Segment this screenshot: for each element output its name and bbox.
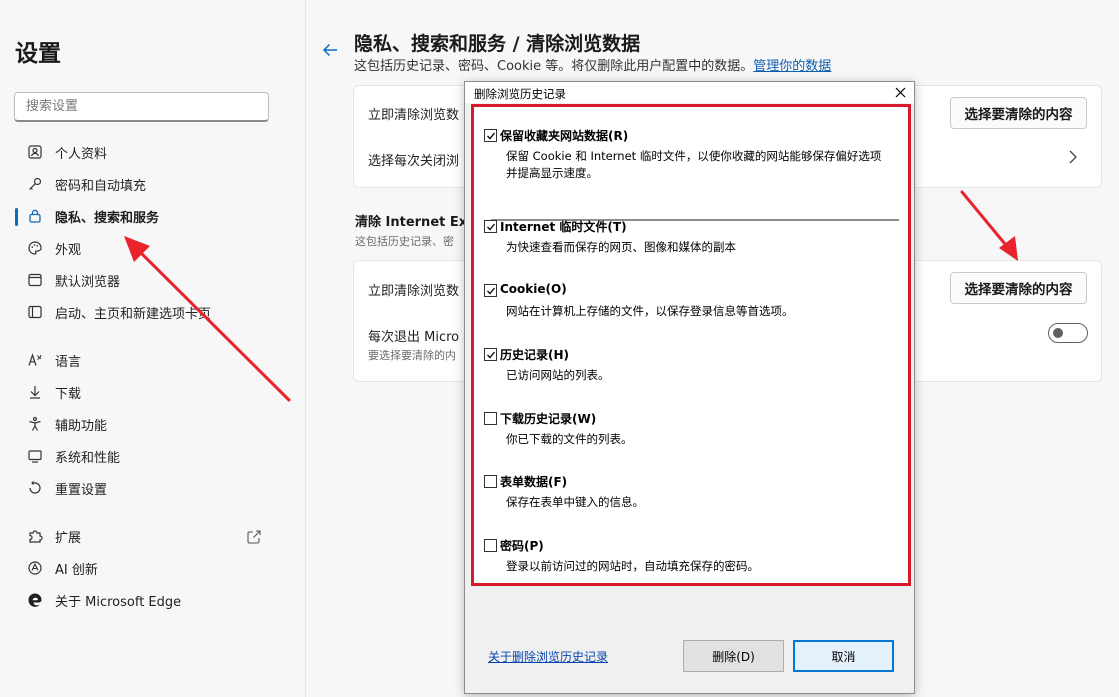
sidebar-item-system[interactable]: 系统和性能 bbox=[25, 442, 120, 470]
option-label: 下载历史记录(W) bbox=[500, 412, 597, 426]
ie-clear-on-exit-label: 每次退出 Micro bbox=[368, 330, 460, 345]
delete-browsing-history-dialog: 删除浏览历史记录 保留收藏夹网站数据(R) 保留 Cookie 和 Intern… bbox=[464, 81, 915, 694]
ie-section-title: 清除 Internet Expl bbox=[355, 215, 481, 230]
dialog-titlebar: 删除浏览历史记录 bbox=[465, 82, 914, 103]
option-label: 保留收藏夹网站数据(R) bbox=[500, 129, 629, 143]
sidebar-item-downloads[interactable]: 下载 bbox=[25, 378, 81, 406]
sidebar-item-appearance[interactable]: 外观 bbox=[25, 234, 81, 262]
sidebar-item-label: 启动、主页和新建选项卡页 bbox=[55, 306, 212, 322]
clear-on-close-label[interactable]: 选择每次关闭浏 bbox=[368, 150, 459, 169]
option-label: 密码(P) bbox=[500, 539, 544, 553]
search-settings-box[interactable] bbox=[14, 92, 269, 122]
extensions-icon bbox=[25, 526, 45, 546]
sidebar-item-label: 下载 bbox=[55, 386, 82, 402]
sidebar-item-label: 个人资料 bbox=[55, 146, 108, 162]
toggle-knob bbox=[1053, 328, 1063, 338]
sidebar-item-label: 隐私、搜索和服务 bbox=[55, 210, 160, 226]
checkbox-checked[interactable] bbox=[484, 348, 497, 361]
sidebar-item-languages[interactable]: 语言 bbox=[25, 346, 81, 374]
option-label: 历史记录(H) bbox=[500, 348, 570, 362]
chevron-right-icon[interactable] bbox=[1066, 149, 1080, 169]
option-description: 为快速查看而保存的网页、图像和媒体的副本 bbox=[506, 240, 736, 254]
checkbox-checked[interactable] bbox=[484, 129, 497, 142]
accessibility-icon bbox=[25, 414, 45, 434]
sidebar-item-label: AI 创新 bbox=[55, 562, 98, 578]
sidebar-item-label: 辅助功能 bbox=[55, 418, 108, 434]
checkbox-unchecked[interactable] bbox=[484, 412, 497, 425]
choose-what-to-clear-button[interactable]: 选择要清除的内容 bbox=[950, 97, 1087, 129]
page-description-text: 这包括历史记录、密码、Cookie 等。将仅删除此用户配置中的数据。 bbox=[354, 59, 754, 74]
sidebar-item-label: 密码和自动填充 bbox=[55, 178, 147, 194]
sidebar-item-startup[interactable]: 启动、主页和新建选项卡页 bbox=[25, 298, 211, 326]
sidebar-item-label: 语言 bbox=[55, 354, 82, 370]
page-title: 隐私、搜索和服务 / 清除浏览数据 bbox=[354, 33, 641, 55]
option-label: Cookie(O) bbox=[500, 282, 567, 296]
palette-icon bbox=[25, 238, 45, 258]
download-icon bbox=[25, 382, 45, 402]
close-icon[interactable] bbox=[893, 85, 907, 99]
active-indicator bbox=[15, 208, 18, 226]
cancel-button[interactable]: 取消 bbox=[793, 640, 894, 672]
ai-icon bbox=[25, 558, 45, 578]
sidebar-item-default-browser[interactable]: 默认浏览器 bbox=[25, 266, 120, 294]
checkbox-checked[interactable] bbox=[484, 220, 497, 233]
option-description: 保存在表单中键入的信息。 bbox=[506, 495, 644, 509]
clear-now-label: 立即清除浏览数 bbox=[368, 108, 460, 123]
ie-section-description: 这包括历史记录、密 bbox=[355, 235, 454, 248]
home-tab-icon bbox=[25, 302, 45, 322]
lock-icon bbox=[25, 206, 45, 226]
sidebar-item-accessibility[interactable]: 辅助功能 bbox=[25, 410, 107, 438]
sidebar-item-privacy[interactable]: 隐私、搜索和服务 bbox=[25, 202, 159, 230]
sidebar-item-label: 系统和性能 bbox=[55, 450, 121, 466]
sidebar-item-label: 外观 bbox=[55, 242, 82, 258]
ie-clear-on-exit-toggle[interactable] bbox=[1048, 323, 1088, 343]
search-settings-input[interactable] bbox=[15, 93, 268, 120]
back-arrow-icon[interactable] bbox=[320, 40, 340, 64]
page-description: 这包括历史记录、密码、Cookie 等。将仅删除此用户配置中的数据。管理你的数据 bbox=[354, 55, 831, 74]
checkbox-unchecked[interactable] bbox=[484, 475, 497, 488]
key-icon bbox=[25, 174, 45, 194]
sidebar-item-reset[interactable]: 重置设置 bbox=[25, 474, 107, 502]
sidebar-item-ai-innovation[interactable]: AI 创新 bbox=[25, 554, 98, 582]
options-list: 保留收藏夹网站数据(R) 保留 Cookie 和 Internet 临时文件，以… bbox=[471, 104, 911, 586]
sidebar-item-label: 重置设置 bbox=[55, 482, 108, 498]
option-label: Internet 临时文件(T) bbox=[500, 220, 627, 234]
system-icon bbox=[25, 446, 45, 466]
browser-icon bbox=[25, 270, 45, 290]
reset-icon bbox=[25, 478, 45, 498]
option-description: 登录以前访问过的网站时，自动填充保存的密码。 bbox=[506, 559, 759, 573]
profile-icon bbox=[25, 142, 45, 162]
arrow-to-button-head bbox=[999, 236, 1018, 261]
sidebar-item-profile[interactable]: 个人资料 bbox=[25, 138, 107, 166]
ie-choose-what-to-clear-button[interactable]: 选择要清除的内容 bbox=[950, 272, 1087, 304]
sidebar-item-extensions[interactable]: 扩展 bbox=[25, 522, 81, 550]
option-description: 你已下载的文件的列表。 bbox=[506, 432, 633, 446]
manage-data-link[interactable]: 管理你的数据 bbox=[753, 59, 831, 74]
about-delete-history-link[interactable]: 关于删除浏览历史记录 bbox=[488, 648, 608, 665]
sidebar-item-label: 扩展 bbox=[55, 530, 82, 546]
dialog-title: 删除浏览历史记录 bbox=[474, 87, 566, 101]
option-description: 网站在计算机上存储的文件，以保存登录信息等首选项。 bbox=[506, 304, 794, 318]
settings-sidebar: 设置 个人资料 密码和自动填充 隐私、搜索和服务 外观 默认浏览器 bbox=[0, 0, 306, 697]
arrow-to-button-line bbox=[960, 190, 1012, 252]
checkbox-checked[interactable] bbox=[484, 284, 497, 297]
ie-clear-now-label: 立即清除浏览数 bbox=[368, 284, 460, 299]
language-icon bbox=[25, 350, 45, 370]
settings-title: 设置 bbox=[15, 41, 61, 67]
sidebar-item-about-edge[interactable]: 关于 Microsoft Edge bbox=[25, 586, 181, 614]
sidebar-item-passwords[interactable]: 密码和自动填充 bbox=[25, 170, 146, 198]
checkbox-unchecked[interactable] bbox=[484, 539, 497, 552]
delete-button[interactable]: 删除(D) bbox=[683, 640, 784, 672]
ie-clear-on-exit-sub: 要选择要清除的内 bbox=[368, 349, 456, 362]
option-description: 保留 Cookie 和 Internet 临时文件，以使你收藏的网站能够保存偏好… bbox=[506, 149, 882, 180]
sidebar-item-label: 默认浏览器 bbox=[55, 274, 121, 290]
option-description: 已访问网站的列表。 bbox=[506, 368, 610, 382]
option-label: 表单数据(F) bbox=[500, 475, 568, 489]
edge-logo-icon bbox=[25, 590, 45, 610]
sidebar-item-label: 关于 Microsoft Edge bbox=[55, 594, 182, 610]
external-link-icon[interactable] bbox=[246, 529, 262, 549]
